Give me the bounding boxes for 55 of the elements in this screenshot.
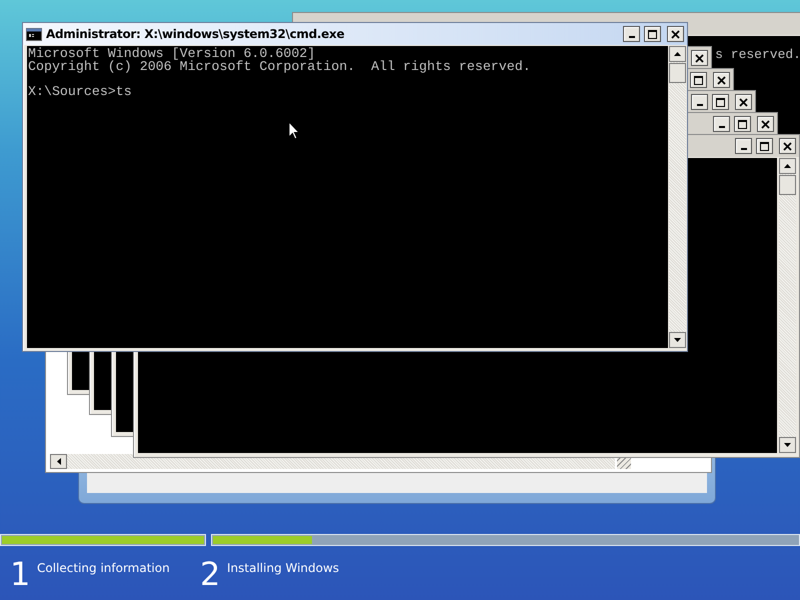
vertical-scrollbar[interactable] (779, 158, 796, 453)
maximize-button[interactable] (690, 72, 707, 88)
scroll-left-button[interactable] (50, 454, 67, 469)
maximize-icon (760, 142, 769, 150)
minimize-icon (696, 104, 702, 106)
scroll-down-button[interactable] (779, 437, 796, 453)
minimize-button[interactable] (735, 138, 752, 154)
close-icon (717, 76, 726, 84)
up-arrow-icon (674, 52, 681, 56)
mouse-pointer-icon (288, 121, 300, 140)
maximize-button[interactable] (734, 116, 751, 132)
minimize-button[interactable] (623, 26, 640, 42)
close-button[interactable] (691, 50, 708, 66)
close-button[interactable] (713, 72, 730, 88)
close-button[interactable] (757, 116, 774, 132)
scroll-down-button[interactable] (669, 332, 686, 348)
minimize-icon (718, 126, 724, 128)
minimize-icon (628, 36, 634, 38)
left-arrow-icon (56, 458, 60, 465)
close-icon (761, 120, 770, 128)
console-prompt: X:\Sources>ts (28, 86, 132, 98)
scroll-up-button[interactable] (669, 46, 686, 62)
console-app-icon (26, 28, 42, 40)
maximize-icon (716, 98, 725, 106)
down-arrow-icon (674, 338, 681, 342)
minimize-button[interactable] (713, 116, 730, 132)
scroll-thumb[interactable] (669, 63, 686, 83)
maximize-icon (738, 120, 747, 128)
maximize-icon (694, 76, 703, 84)
console-text: s reserved. (715, 49, 800, 62)
close-icon (671, 30, 680, 38)
window-title: Administrator: X:\windows\system32\cmd.exe (46, 26, 346, 43)
close-icon (739, 98, 748, 106)
console-output-line: Copyright (c) 2006 Microsoft Corporation. All rights reserved. (28, 60, 531, 73)
close-button[interactable] (735, 94, 752, 110)
maximize-button[interactable] (644, 26, 661, 42)
down-arrow-icon (784, 443, 791, 447)
maximize-icon (648, 30, 657, 38)
scroll-up-button[interactable] (779, 158, 796, 174)
maximize-button[interactable] (712, 94, 729, 110)
step-label: Installing Windows (227, 560, 340, 577)
vertical-scrollbar[interactable] (669, 46, 686, 348)
console-output-line: Microsoft Windows [Version 6.0.6002] (28, 48, 316, 60)
scroll-thumb[interactable] (779, 175, 796, 195)
minimize-button[interactable] (691, 94, 708, 110)
up-arrow-icon (784, 164, 791, 168)
close-icon (695, 54, 704, 62)
maximize-button[interactable] (756, 138, 773, 154)
close-icon (783, 142, 792, 150)
close-button[interactable] (667, 26, 684, 42)
step-number: 1 (10, 556, 30, 592)
step-number: 2 (200, 556, 220, 592)
minimize-icon (740, 148, 746, 150)
close-button[interactable] (779, 138, 796, 154)
step-label: Collecting information (37, 560, 170, 577)
